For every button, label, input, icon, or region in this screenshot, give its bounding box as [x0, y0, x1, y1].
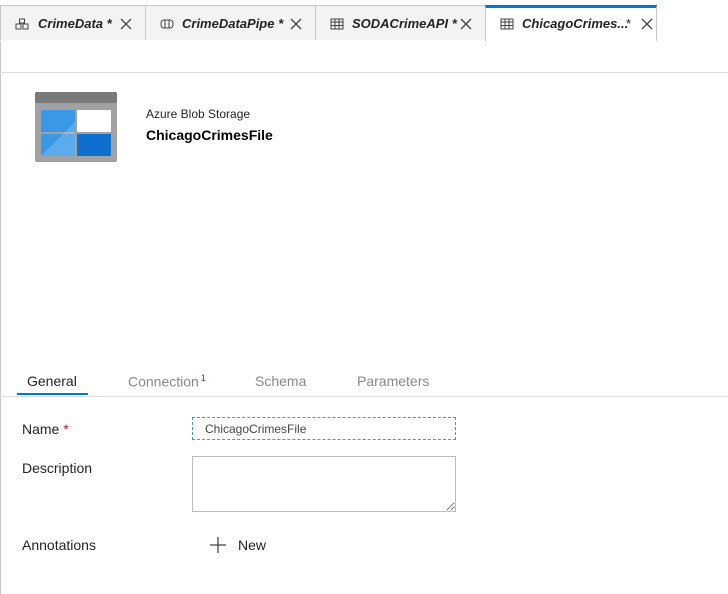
close-icon[interactable] — [459, 17, 473, 31]
dataflow-icon — [160, 19, 174, 29]
tab-parameters[interactable]: Parameters — [357, 373, 429, 389]
dataset-title: ChicagoCrimesFile — [146, 127, 273, 143]
description-label: Description — [22, 460, 93, 476]
tab-label: SODACrimeAPI * — [352, 16, 457, 31]
active-tab-indicator — [17, 393, 88, 395]
tab-modified-marker: * — [626, 16, 632, 31]
tab-chicagocrimes[interactable]: ChicagoCrimes... * — [485, 5, 657, 41]
annotations-label: Annotations — [22, 537, 96, 553]
required-marker: * — [63, 421, 69, 437]
pipeline-icon — [15, 18, 29, 30]
tab-schema[interactable]: Schema — [255, 373, 306, 389]
tab-general[interactable]: General — [27, 373, 77, 389]
new-label: New — [238, 537, 267, 553]
close-icon[interactable] — [289, 17, 303, 31]
tab-divider — [0, 396, 728, 397]
toolbar-divider — [0, 72, 728, 73]
description-input[interactable] — [192, 456, 456, 512]
error-count-badge: 1 — [200, 373, 206, 383]
dataset-type-label: Azure Blob Storage — [146, 107, 251, 121]
tab-label: ChicagoCrimes... — [522, 16, 629, 31]
dataset-table-icon — [500, 18, 514, 30]
tab-crimedatapipe[interactable]: CrimeDataPipe * — [145, 5, 316, 40]
name-label: Name * — [22, 421, 69, 437]
left-border — [0, 0, 1, 594]
close-icon[interactable] — [640, 17, 654, 31]
tab-connection[interactable]: Connection 1 — [128, 373, 206, 390]
plus-icon — [210, 537, 226, 553]
new-annotation-button[interactable]: New — [209, 535, 266, 555]
tab-sodacrimeapi[interactable]: SODACrimeAPI * — [315, 5, 486, 40]
tab-label: CrimeData * — [38, 16, 112, 31]
document-tab-bar: CrimeData * CrimeDataPipe * SODACrimeAPI… — [0, 0, 728, 41]
tab-crimedata[interactable]: CrimeData * — [0, 5, 146, 40]
close-icon[interactable] — [119, 17, 133, 31]
dataset-table-icon — [330, 18, 344, 30]
name-input[interactable] — [192, 417, 456, 440]
azure-blob-storage-icon — [35, 92, 117, 162]
tab-label: CrimeDataPipe * — [182, 16, 284, 31]
